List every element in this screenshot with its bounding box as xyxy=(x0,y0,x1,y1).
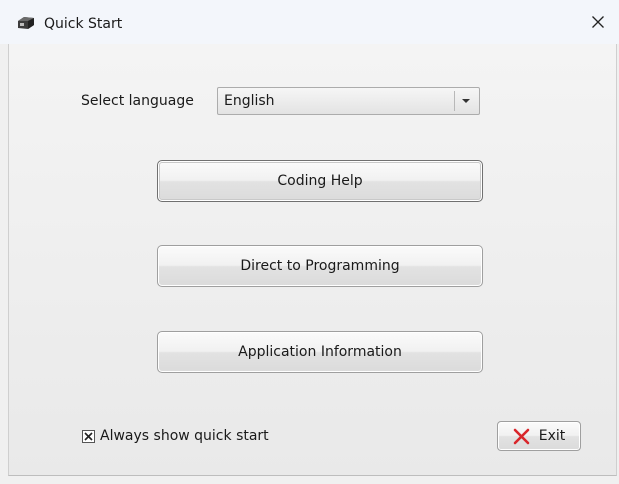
app-icon xyxy=(16,15,36,31)
direct-to-programming-label: Direct to Programming xyxy=(240,258,400,274)
title-bar: Quick Start xyxy=(0,0,619,44)
window-title: Quick Start xyxy=(44,16,123,32)
always-show-label: Always show quick start xyxy=(100,428,269,444)
coding-help-label: Coding Help xyxy=(277,173,363,189)
select-separator xyxy=(454,91,455,111)
language-selected-value: English xyxy=(224,93,275,109)
always-show-checkbox[interactable] xyxy=(82,429,95,443)
quick-start-window: Quick Start Select language English Codi… xyxy=(0,0,619,484)
chevron-down-icon xyxy=(462,99,470,103)
application-information-button[interactable]: Application Information xyxy=(157,331,483,373)
close-button[interactable] xyxy=(585,10,611,34)
application-information-label: Application Information xyxy=(238,344,402,360)
coding-help-button[interactable]: Coding Help xyxy=(157,160,483,202)
language-select[interactable]: English xyxy=(217,87,480,115)
exit-label: Exit xyxy=(538,428,566,444)
exit-button[interactable]: Exit xyxy=(497,421,581,451)
exit-x-icon xyxy=(513,428,530,444)
always-show-quick-start-option[interactable]: Always show quick start xyxy=(82,428,269,444)
checkmark-x-icon xyxy=(84,431,93,441)
close-icon xyxy=(592,16,604,28)
direct-to-programming-button[interactable]: Direct to Programming xyxy=(157,245,483,287)
language-label: Select language xyxy=(81,93,194,109)
